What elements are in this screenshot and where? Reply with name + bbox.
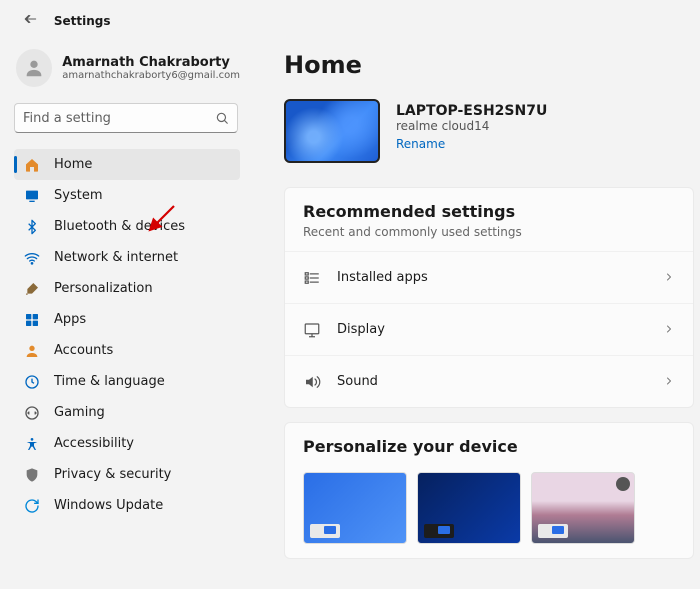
app-title: Settings <box>54 14 111 28</box>
setting-row-label: Sound <box>337 374 647 389</box>
device-header: LAPTOP-ESH2SN7U realme cloud14 Rename <box>284 99 694 163</box>
theme-accent-swatch <box>438 526 450 534</box>
system-icon <box>24 188 40 204</box>
installed-apps-icon <box>303 269 321 287</box>
search-placeholder: Find a setting <box>23 111 215 126</box>
avatar <box>16 49 52 87</box>
sidebar-item-gaming[interactable]: Gaming <box>14 397 240 428</box>
sidebar-item-home[interactable]: Home <box>14 149 240 180</box>
sidebar-item-label: Accounts <box>54 343 113 358</box>
setting-row-label: Installed apps <box>337 270 647 285</box>
setting-row-label: Display <box>337 322 647 337</box>
chevron-right-icon <box>663 268 675 287</box>
device-thumbnail <box>284 99 380 163</box>
titlebar: Settings <box>0 0 700 37</box>
sidebar-item-personalization[interactable]: Personalization <box>14 273 240 304</box>
setting-row-installed-apps[interactable]: Installed apps <box>285 251 693 303</box>
sidebar-item-label: Accessibility <box>54 436 134 451</box>
sidebar-item-label: Windows Update <box>54 498 163 513</box>
theme-taskbar-preview <box>538 524 568 538</box>
recommended-settings-card: Recommended settings Recent and commonly… <box>284 187 694 408</box>
personalize-title: Personalize your device <box>303 437 675 456</box>
theme-accent-swatch <box>552 526 564 534</box>
sidebar-item-network-internet[interactable]: Network & internet <box>14 242 240 273</box>
sidebar-item-label: System <box>54 188 102 203</box>
sidebar-item-label: Gaming <box>54 405 105 420</box>
accessibility-icon <box>24 436 40 452</box>
setting-row-sound[interactable]: Sound <box>285 355 693 407</box>
sound-icon <box>303 373 321 391</box>
search-input[interactable]: Find a setting <box>14 103 238 133</box>
clock-globe-icon <box>24 374 40 390</box>
setting-row-display[interactable]: Display <box>285 303 693 355</box>
sidebar-item-windows-update[interactable]: Windows Update <box>14 490 240 521</box>
theme-tile-sunrise[interactable] <box>531 472 635 544</box>
main-content: Home LAPTOP-ESH2SN7U realme cloud14 Rena… <box>254 37 700 589</box>
theme-taskbar-preview <box>310 524 340 538</box>
gaming-icon <box>24 405 40 421</box>
bluetooth-icon <box>24 219 40 235</box>
search-icon <box>215 111 229 125</box>
chevron-right-icon <box>663 372 675 391</box>
personalize-card: Personalize your device <box>284 422 694 559</box>
home-icon <box>24 157 40 173</box>
sidebar-item-accounts[interactable]: Accounts <box>14 335 240 366</box>
sidebar-item-bluetooth-devices[interactable]: Bluetooth & devices <box>14 211 240 242</box>
sidebar-nav: Home System Bluetooth & devices Network & i… <box>14 149 240 521</box>
recent-badge-icon <box>616 477 630 491</box>
device-model: realme cloud14 <box>396 119 547 133</box>
person-icon <box>24 343 40 359</box>
sidebar-item-label: Apps <box>54 312 86 327</box>
sidebar-item-time-language[interactable]: Time & language <box>14 366 240 397</box>
apps-icon <box>24 312 40 328</box>
page-title: Home <box>284 51 694 79</box>
sidebar-item-accessibility[interactable]: Accessibility <box>14 428 240 459</box>
sidebar-item-label: Personalization <box>54 281 153 296</box>
sidebar-item-label: Time & language <box>54 374 165 389</box>
display-icon <box>303 321 321 339</box>
update-icon <box>24 498 40 514</box>
sidebar-item-system[interactable]: System <box>14 180 240 211</box>
shield-icon <box>24 467 40 483</box>
device-name: LAPTOP-ESH2SN7U <box>396 99 547 119</box>
rename-link[interactable]: Rename <box>396 137 547 151</box>
user-email: amarnathchakraborty6@gmail.com <box>62 70 240 81</box>
sidebar-item-label: Home <box>54 157 92 172</box>
paintbrush-icon <box>24 281 40 297</box>
user-account-block[interactable]: Amarnath Chakraborty amarnathchakraborty… <box>14 45 240 103</box>
sidebar-item-apps[interactable]: Apps <box>14 304 240 335</box>
person-icon <box>23 57 45 79</box>
sidebar-item-label: Network & internet <box>54 250 178 265</box>
chevron-right-icon <box>663 320 675 339</box>
recommended-title: Recommended settings <box>303 202 675 221</box>
sidebar-item-privacy-security[interactable]: Privacy & security <box>14 459 240 490</box>
sidebar: Amarnath Chakraborty amarnathchakraborty… <box>0 37 254 589</box>
user-name: Amarnath Chakraborty <box>62 55 240 70</box>
wifi-icon <box>24 250 40 266</box>
theme-accent-swatch <box>324 526 336 534</box>
back-button[interactable] <box>20 12 38 29</box>
theme-tile-windows-dark[interactable] <box>417 472 521 544</box>
recommended-subtitle: Recent and commonly used settings <box>303 225 675 239</box>
sidebar-item-label: Bluetooth & devices <box>54 219 185 234</box>
theme-taskbar-preview <box>424 524 454 538</box>
theme-tile-windows-light[interactable] <box>303 472 407 544</box>
sidebar-item-label: Privacy & security <box>54 467 171 482</box>
